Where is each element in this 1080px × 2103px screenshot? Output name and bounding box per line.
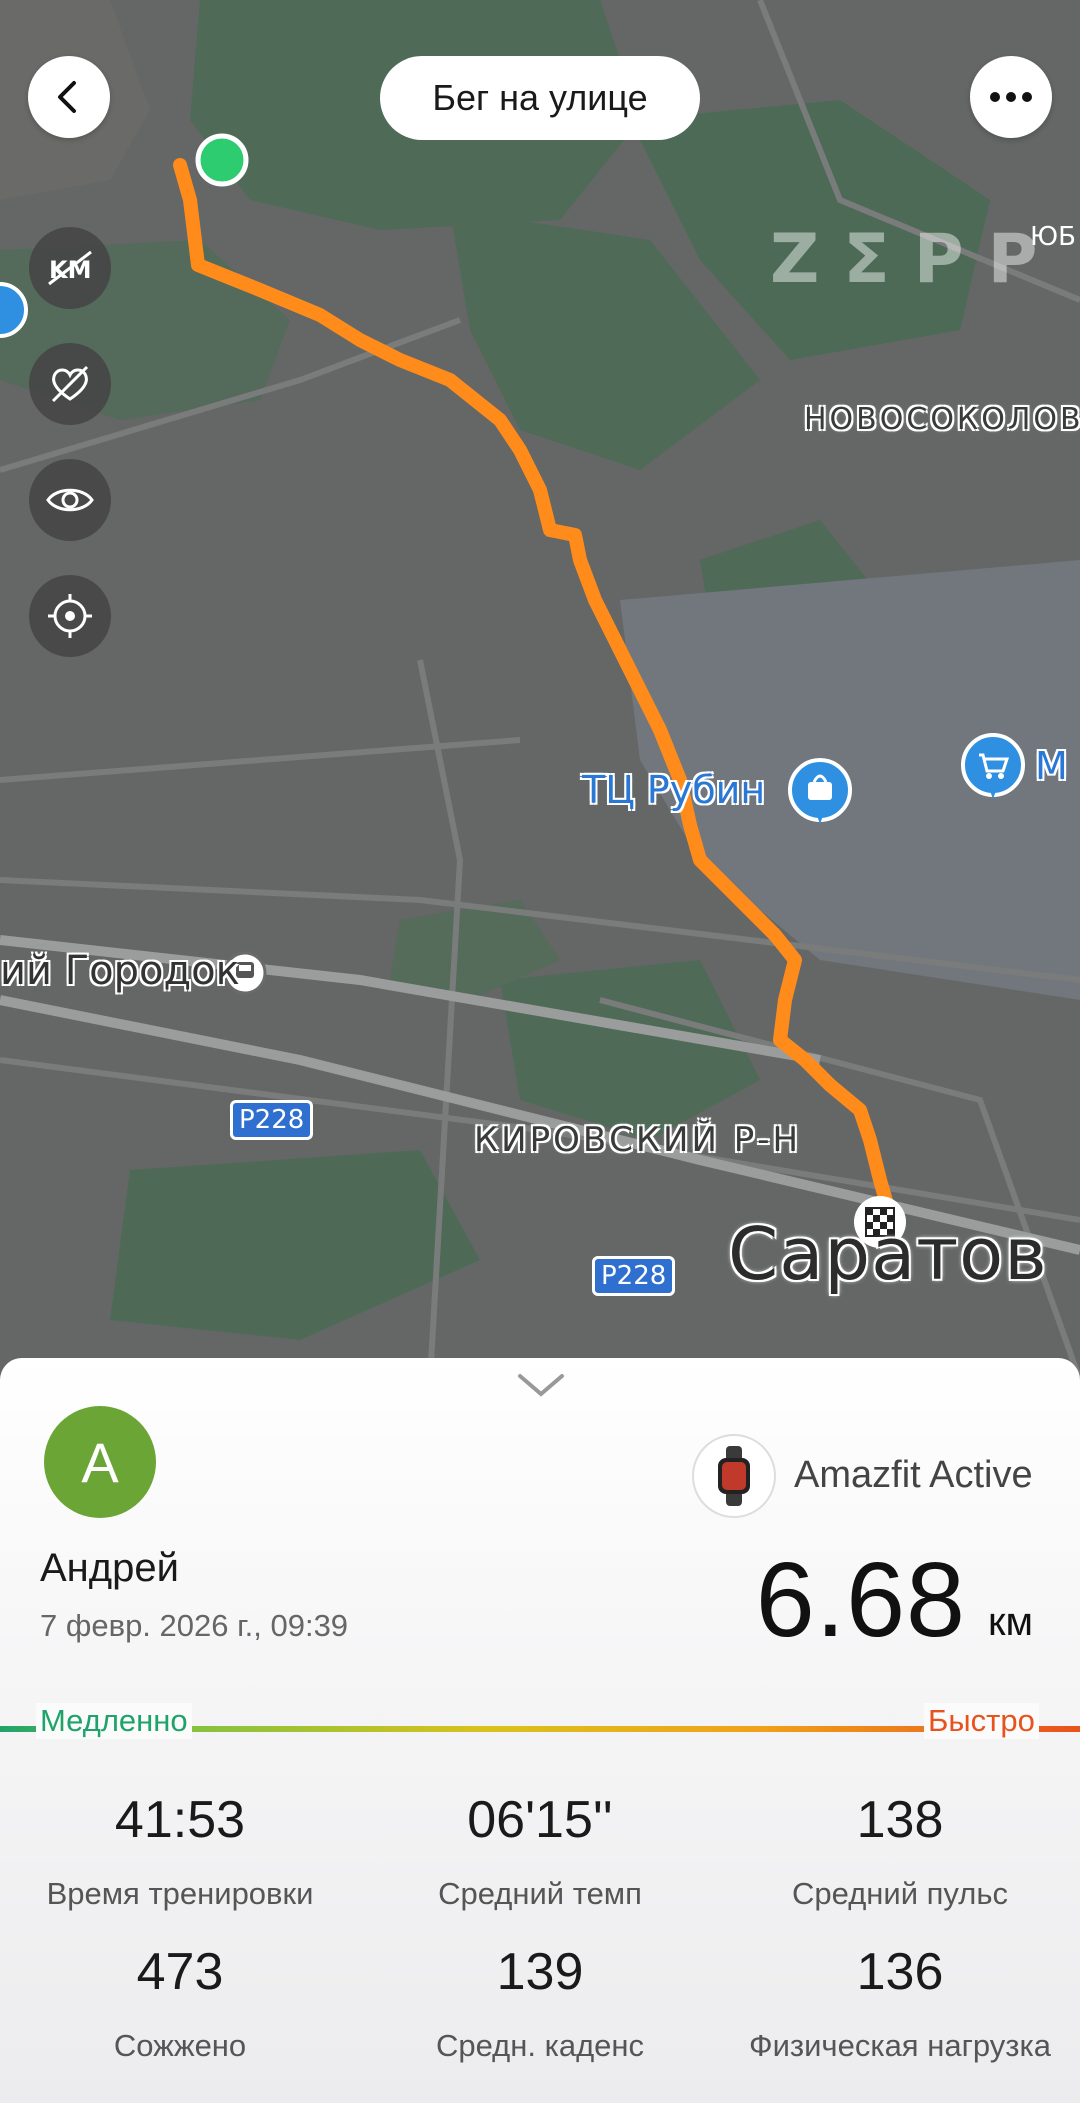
map-label-metro[interactable]: ий Городок — [0, 948, 240, 994]
stat-duration-value: 41:53 — [114, 1791, 246, 1849]
stat-cadence-label: Средн. каденс — [435, 2028, 645, 2063]
distance-value: 6.68 — [755, 1541, 966, 1659]
device-name[interactable]: Amazfit Active — [794, 1454, 1033, 1497]
map-label-novosokolovo: НОВОСОКОЛОВО — [804, 402, 1080, 437]
chevron-left-icon — [58, 81, 76, 113]
pace-fast-label: Быстро — [924, 1703, 1039, 1739]
stat-duration-label: Время тренировки — [46, 1876, 314, 1911]
stat-load-label: Физическая нагрузка — [749, 2028, 1051, 2063]
heart-zones-button[interactable] — [29, 343, 111, 425]
distance-unit: км — [988, 1600, 1033, 1644]
stat-load-value: 136 — [856, 1943, 944, 2001]
zepp-watermark: ZΣPP — [770, 220, 1062, 299]
stat-pace-value: 06'15'' — [467, 1791, 613, 1849]
device-watch-icon — [692, 1434, 776, 1518]
stat-calories-value: 473 — [136, 1943, 224, 2001]
activity-title: Бег на улице — [380, 56, 700, 140]
visibility-button[interactable] — [29, 459, 111, 541]
user-name: Андрей — [40, 1546, 179, 1590]
stat-calories-label: Сожжено — [113, 2028, 247, 2063]
more-horizontal-icon — [990, 92, 1032, 102]
road-badge: Р228 — [230, 1100, 314, 1140]
back-button[interactable] — [28, 56, 110, 138]
km-toggle-icon: KM — [48, 250, 92, 286]
map-label-poi-partial[interactable]: М — [1035, 744, 1068, 788]
collapse-handle[interactable] — [516, 1370, 566, 1405]
locate-icon — [48, 594, 92, 638]
stat-heart-rate-value: 138 — [856, 1791, 944, 1849]
map-label-district: КИРОВСКИЙ Р-Н — [474, 1120, 802, 1160]
activity-datetime: 7 февр. 2026 г., 09:39 — [40, 1608, 349, 1643]
route-map[interactable]: ZΣPP ЮБ НОВОСОКОЛОВО ТЦ Рубин М ий Город… — [0, 0, 1080, 1382]
stat-cadence-value: 139 — [496, 1943, 584, 2001]
map-label-city: Саратов — [728, 1212, 1048, 1296]
more-button[interactable] — [970, 56, 1052, 138]
start-marker — [195, 133, 249, 187]
chevron-down-icon — [518, 1374, 564, 1397]
map-label-partial: ЮБ — [1030, 222, 1076, 252]
map-label-mall[interactable]: ТЦ Рубин — [582, 768, 765, 812]
avatar[interactable]: A — [44, 1406, 156, 1518]
locate-button[interactable] — [29, 575, 111, 657]
km-markers-button[interactable]: KM — [29, 227, 111, 309]
road-badge: Р228 — [592, 1256, 676, 1296]
stat-pace-label: Средний темп — [438, 1876, 642, 1911]
map-canvas — [0, 0, 1080, 1382]
stat-heart-rate-label: Средний пульс — [792, 1876, 1008, 1911]
eye-icon — [46, 488, 94, 512]
hide-heart-icon — [51, 365, 89, 403]
pace-slow-label: Медленно — [36, 1703, 192, 1739]
